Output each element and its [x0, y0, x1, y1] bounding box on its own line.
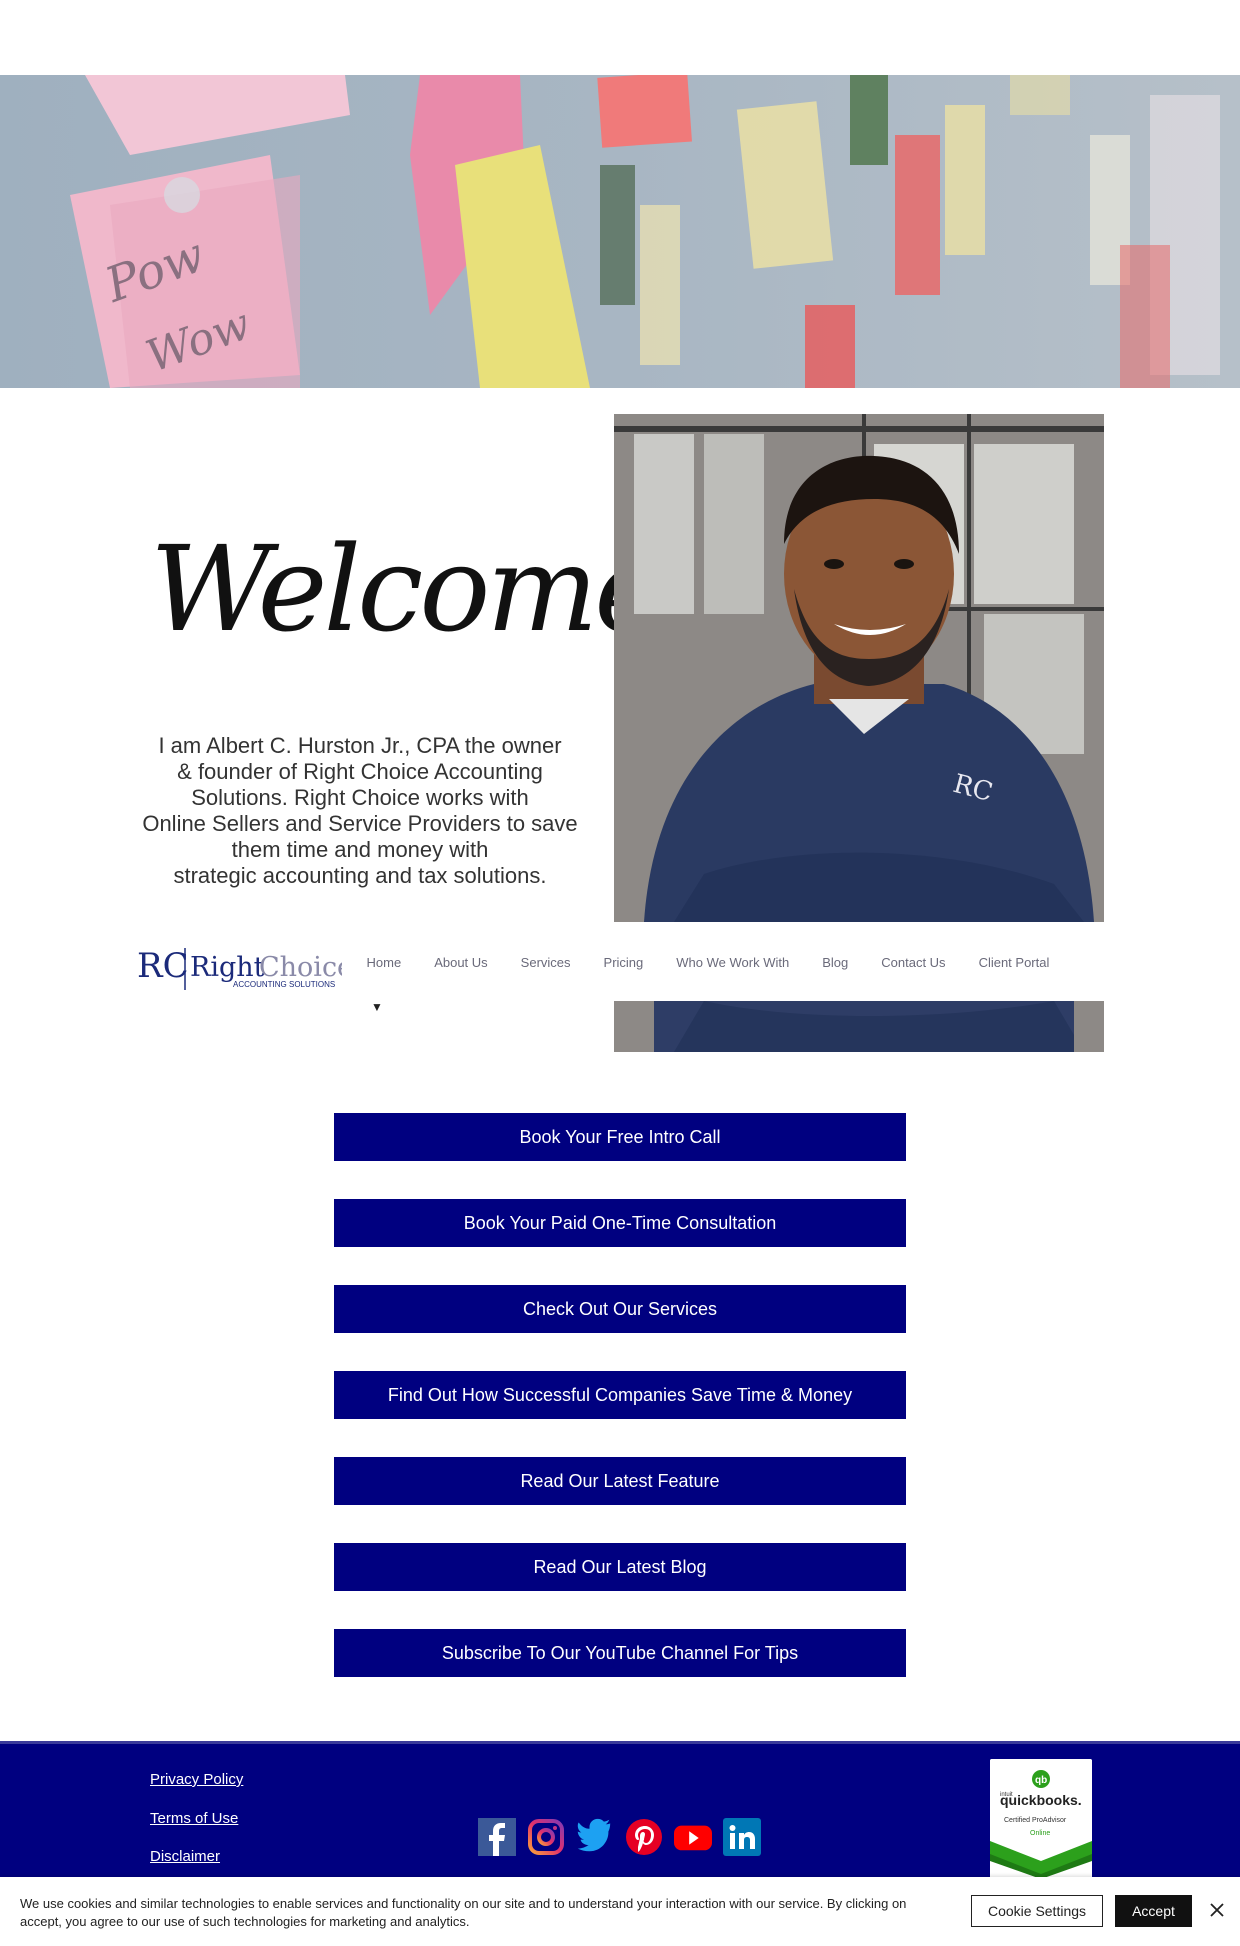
portrait-photo-lower-strip: [614, 1001, 1104, 1052]
cookie-settings-button[interactable]: Cookie Settings: [971, 1895, 1103, 1927]
cookie-consent-text: We use cookies and similar technologies …: [20, 1896, 907, 1929]
svg-text:Choice: Choice: [259, 952, 342, 983]
intro-line: I am Albert C. Hurston Jr., CPA the owne…: [158, 733, 562, 758]
nav-item-about-us[interactable]: About Us: [418, 955, 504, 970]
cookie-consent-banner: We use cookies and similar technologies …: [0, 1877, 1240, 1946]
svg-text:ACCOUNTING SOLUTIONS: ACCOUNTING SOLUTIONS: [233, 980, 335, 989]
nav-item-blog[interactable]: Blog: [806, 955, 865, 970]
intro-line: Online Sellers and Service Providers to …: [142, 811, 578, 836]
latest-blog-button[interactable]: Read Our Latest Blog: [334, 1543, 906, 1591]
svg-text:Right: Right: [190, 952, 265, 983]
close-icon[interactable]: [1206, 1899, 1228, 1921]
intro-line: & founder of Right Choice Accounting: [177, 759, 543, 784]
main-navigation: Home About Us Services Pricing Who We Wo…: [350, 955, 1066, 970]
nav-item-home[interactable]: Home: [350, 955, 418, 970]
pinterest-icon[interactable]: [625, 1818, 663, 1856]
nav-dropdown-arrow-icon[interactable]: ▼: [371, 1000, 383, 1014]
svg-text:quickbooks.: quickbooks.: [1000, 1792, 1082, 1808]
nav-item-contact-us[interactable]: Contact Us: [865, 955, 962, 970]
hero-banner-image: Pow Wow: [0, 75, 1240, 388]
welcome-heading: Welcome!: [150, 520, 708, 658]
book-paid-consultation-button[interactable]: Book Your Paid One-Time Consultation: [334, 1199, 906, 1247]
top-header-strip: [0, 0, 1240, 75]
book-free-intro-call-button[interactable]: Book Your Free Intro Call: [334, 1113, 906, 1161]
quickbooks-proadvisor-badge[interactable]: qb intuit quickbooks. Certified ProAdvis…: [990, 1759, 1092, 1879]
svg-text:Online: Online: [1030, 1830, 1050, 1837]
svg-text:qb: qb: [1035, 1775, 1047, 1786]
right-choice-logo[interactable]: RC Right Choice ACCOUNTING SOLUTIONS: [137, 942, 353, 992]
svg-text:RC: RC: [137, 946, 189, 986]
linkedin-icon[interactable]: [723, 1818, 761, 1856]
terms-of-use-link[interactable]: Terms of Use: [150, 1810, 238, 1827]
nav-item-pricing[interactable]: Pricing: [587, 955, 660, 970]
nav-item-client-portal[interactable]: Client Portal: [962, 955, 1066, 970]
twitter-icon[interactable]: [576, 1818, 614, 1856]
cookie-accept-button[interactable]: Accept: [1115, 1895, 1192, 1927]
svg-text:Certified ProAdvisor: Certified ProAdvisor: [1004, 1817, 1067, 1824]
privacy-policy-link[interactable]: Privacy Policy: [150, 1771, 243, 1788]
nav-item-services[interactable]: Services: [504, 955, 587, 970]
check-out-services-button[interactable]: Check Out Our Services: [334, 1285, 906, 1333]
successful-companies-button[interactable]: Find Out How Successful Companies Save T…: [334, 1371, 906, 1419]
youtube-icon[interactable]: [674, 1818, 712, 1856]
sticky-notes-illustration: Pow Wow: [0, 75, 1240, 388]
intro-paragraph: I am Albert C. Hurston Jr., CPA the owne…: [135, 733, 585, 889]
owner-portrait-photo: RC: [614, 414, 1104, 922]
latest-feature-button[interactable]: Read Our Latest Feature: [334, 1457, 906, 1505]
facebook-icon[interactable]: [478, 1818, 516, 1856]
intro-line: them time and money with: [231, 837, 489, 862]
youtube-subscribe-button[interactable]: Subscribe To Our YouTube Channel For Tip…: [334, 1629, 906, 1677]
disclaimer-link[interactable]: Disclaimer: [150, 1848, 220, 1865]
intro-line: Solutions. Right Choice works with: [191, 785, 529, 810]
instagram-icon[interactable]: [527, 1818, 565, 1856]
intro-line: strategic accounting and tax solutions.: [173, 863, 547, 888]
nav-item-who-we-work-with[interactable]: Who We Work With: [660, 955, 806, 970]
